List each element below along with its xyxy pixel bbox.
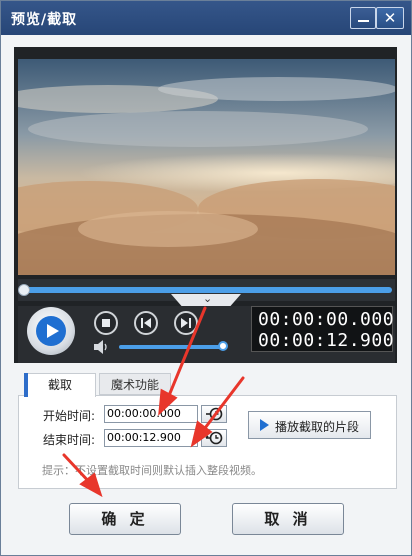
time-display: 00:00:00.000 00:00:12.900 [251,306,395,352]
previous-frame-icon [141,318,151,328]
minimize-button[interactable] [350,7,376,29]
video-frame-image [18,59,395,275]
tab-clip[interactable]: 截取 [24,373,96,397]
end-time-input[interactable]: 00:00:12.900 [104,429,198,447]
volume-knob[interactable] [218,341,228,351]
ok-button[interactable]: 确 定 [69,503,181,535]
window-title: 预览/截取 [11,12,78,28]
title-bar[interactable]: 预览/截取 ✕ [1,1,411,35]
play-icon [36,316,66,346]
volume-slider[interactable] [119,345,225,349]
start-time-label: 开始时间: [43,409,96,423]
stop-icon [102,319,110,327]
hint-text: 提示：不设置截取时间则默认插入整段视频。 [42,464,262,477]
video-preview[interactable] [18,59,395,275]
stop-button[interactable] [94,311,118,335]
previous-frame-button[interactable] [134,311,158,335]
total-time: 00:00:12.900 [258,330,395,351]
next-frame-icon [181,318,191,328]
clock-icon [206,407,223,421]
play-clip-label: 播放截取的片段 [275,420,360,434]
set-end-time-button[interactable] [201,429,227,447]
clock-icon [205,431,223,445]
tab-magic[interactable]: 魔术功能 [99,373,171,395]
next-frame-button[interactable] [174,311,198,335]
end-time-label: 结束时间: [43,433,96,447]
chevron-down-icon[interactable]: ⌄ [203,293,212,305]
play-clip-button[interactable]: 播放截取的片段 [248,411,371,439]
close-button[interactable]: ✕ [376,7,404,29]
play-button[interactable] [27,307,75,355]
start-time-input[interactable]: 00:00:00.000 [104,405,198,423]
cancel-button[interactable]: 取 消 [232,503,344,535]
set-start-time-button[interactable] [201,405,227,423]
volume-icon[interactable] [93,340,109,354]
play-icon [260,419,269,431]
current-time: 00:00:00.000 [258,309,395,330]
progress-knob[interactable] [18,284,30,296]
minimize-icon [358,20,369,22]
